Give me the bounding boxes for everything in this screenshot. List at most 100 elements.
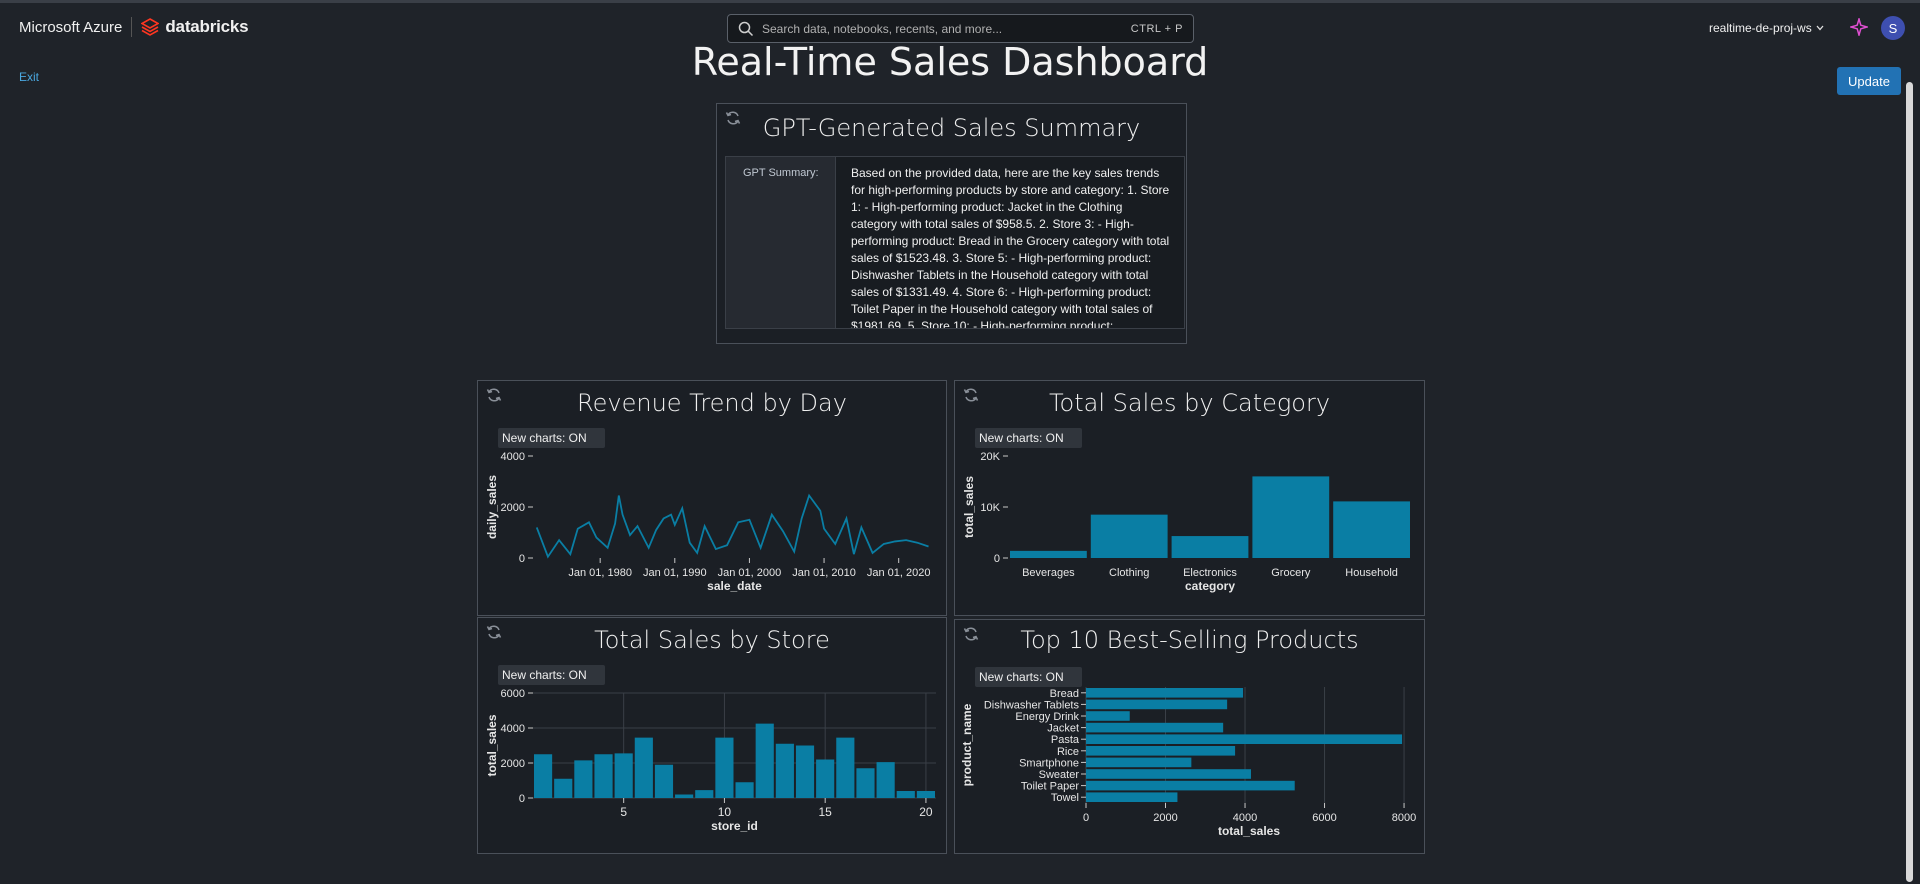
y-tick-label: Rice [1057,746,1079,758]
category-chart: 0 10K 20K Beverages Clothing Electronics Groce… [962,451,1410,593]
x-tick-label: 0 [1083,812,1089,824]
bar-store-3 [574,760,593,798]
x-tick-label: 4000 [1233,812,1257,824]
bar-jacket [1086,722,1224,733]
bar-clothing [1090,514,1168,558]
category-chart-card: Total Sales by Category New charts: ON 0… [954,380,1425,616]
bar-pasta [1086,734,1403,744]
databricks-icon [141,18,160,36]
bar-store-18 [876,762,895,798]
x-axis-label: total_sales [1218,824,1280,838]
user-avatar[interactable]: S [1881,16,1905,40]
bar-bread [1086,688,1244,698]
x-tick-label: Jan 01, 2020 [867,567,931,579]
x-tick-label: Electronics [1183,567,1237,579]
bar-store-11 [735,782,754,798]
y-tick-label: Bread [1050,688,1079,700]
y-tick-label: 6000 [501,688,525,700]
bar-store-8 [675,794,694,798]
y-tick-label: 0 [519,553,525,565]
brand[interactable]: Microsoft Azure databricks [19,17,249,37]
x-axis-label: store_id [711,819,758,833]
bar-store-1 [534,754,553,798]
bar-store-17 [856,768,875,798]
y-axis-label: product_name [960,703,974,786]
bar-electronics [1171,536,1249,558]
products-chart: BreadDishwasher TabletsEnergy DrinkJacke… [960,687,1416,838]
bar-store-13 [775,743,794,798]
x-tick-label: Beverages [1022,567,1075,579]
x-tick-label: Jan 01, 1980 [568,567,632,579]
y-tick-label: 2000 [501,758,525,770]
bar-rice [1086,746,1236,756]
y-tick-label: Towel [1051,792,1079,804]
y-tick-label: Pasta [1051,734,1080,746]
revenue-chart-card: Revenue Trend by Day New charts: ON 0 200… [477,380,947,616]
x-tick-label: Jan 01, 2000 [718,567,782,579]
x-tick-label: 20 [919,805,933,819]
bar-store-6 [634,737,653,798]
search-icon [738,21,754,36]
summary-title: GPT-Generated Sales Summary [762,114,1141,142]
revenue-chart: 0 2000 4000 Jan 01, 1980 Jan 01, 1990 Jan 01,… [485,451,931,593]
x-tick-label: 15 [818,805,832,819]
summary-text: Based on the provided data, here are the… [851,166,1170,329]
bar-store-4 [594,754,613,798]
y-tick-label: 4000 [501,723,525,735]
bar-store-5 [614,753,633,798]
y-tick-label: 0 [519,793,525,805]
x-tick-label: Grocery [1271,567,1311,579]
daily-sales-line [535,493,929,559]
workspace-switcher[interactable]: realtime-de-proj-ws [1709,21,1824,35]
x-tick-label: Clothing [1109,567,1149,579]
x-tick-label: 2000 [1153,812,1177,824]
y-tick-label: Toilet Paper [1021,781,1079,793]
brand-divider [131,17,133,37]
y-axis-label: total_sales [962,476,976,538]
y-axis-label: total_sales [485,714,499,776]
bar-store-12 [755,723,774,798]
x-tick-label: Jan 01, 2010 [792,567,856,579]
store-chart: 0 2000 4000 6000 5 10 15 20 store_id total_sales [485,688,936,833]
x-tick-label: 6000 [1312,812,1336,824]
x-tick-label: 10 [718,805,732,819]
summary-table: GPT Summary: Based on the provided data,… [725,156,1185,329]
scrollbar[interactable] [1906,82,1913,882]
chevron-down-icon [1816,25,1824,31]
summary-card: GPT-Generated Sales Summary GPT Summary:… [716,103,1187,344]
bar-household [1333,501,1410,558]
assistant-sparkle-icon[interactable] [1850,18,1868,36]
bar-store-10 [715,737,734,798]
databricks-logo: databricks [141,17,249,37]
y-tick-label: Dishwasher Tablets [984,699,1080,711]
bar-store-19 [896,791,915,798]
bar-beverages [1010,550,1087,558]
y-tick-label: 10K [980,502,1000,514]
bar-store-7 [654,764,674,798]
bar-store-9 [695,790,714,798]
summary-label: GPT Summary: [726,157,836,328]
workspace-name: realtime-de-proj-ws [1709,21,1812,35]
x-axis-label: sale_date [707,579,762,593]
y-tick-label: Jacket [1047,723,1079,735]
x-tick-label: 5 [620,805,627,819]
bar-store-16 [836,737,855,798]
search-input[interactable] [762,21,1131,36]
bar-towel [1086,792,1178,802]
search-bar[interactable]: CTRL + P [727,14,1194,43]
products-chart-card: Top 10 Best-Selling Products New charts:… [954,619,1425,854]
x-tick-label: 8000 [1392,812,1416,824]
y-axis-label: daily_sales [485,475,499,539]
x-tick-label: Household [1345,567,1398,579]
y-tick-label: 20K [980,451,1000,463]
y-tick-label: 2000 [501,502,525,514]
y-tick-label: Energy Drink [1015,711,1079,723]
bar-toilet-paper [1086,780,1295,791]
bar-smartphone [1086,757,1192,768]
y-tick-label: 0 [994,553,1000,565]
x-tick-label: Jan 01, 1990 [643,567,707,579]
y-tick-label: Sweater [1039,769,1080,781]
y-tick-label: Smartphone [1019,757,1079,769]
search-shortcut: CTRL + P [1130,22,1183,35]
bar-sweater [1086,769,1251,779]
